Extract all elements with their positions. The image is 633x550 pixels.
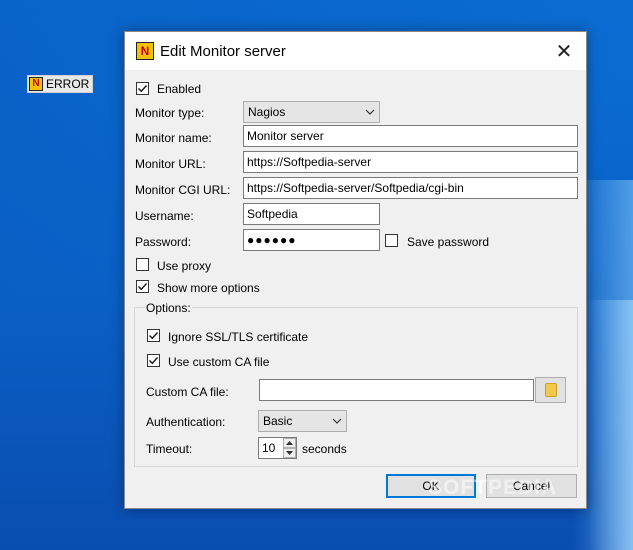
username-label: Username: bbox=[135, 209, 194, 223]
monitor-name-label: Monitor name: bbox=[135, 131, 212, 145]
timeout-label: Timeout: bbox=[146, 442, 193, 456]
monitor-type-select[interactable]: Nagios bbox=[243, 101, 380, 123]
nagstamon-app-icon: N bbox=[29, 77, 43, 91]
checkmark-icon bbox=[148, 331, 159, 340]
use-custom-ca-checkbox[interactable] bbox=[147, 354, 160, 367]
save-password-checkbox[interactable] bbox=[385, 234, 398, 247]
triangle-up-icon bbox=[286, 441, 293, 445]
chevron-down-icon bbox=[365, 109, 375, 115]
monitor-cgi-url-label: Monitor CGI URL: bbox=[135, 183, 231, 197]
use-custom-ca-label: Use custom CA file bbox=[168, 355, 270, 369]
ignore-ssl-checkbox[interactable] bbox=[147, 329, 160, 342]
monitor-name-input[interactable]: Monitor server bbox=[243, 125, 578, 147]
enabled-checkbox[interactable] bbox=[136, 82, 149, 95]
password-label: Password: bbox=[135, 235, 192, 249]
monitor-type-label: Monitor type: bbox=[135, 106, 205, 120]
custom-ca-file-label: Custom CA file: bbox=[146, 385, 229, 399]
checkmark-icon bbox=[148, 356, 159, 365]
close-button[interactable]: ✕ bbox=[542, 32, 586, 70]
custom-ca-file-input[interactable] bbox=[259, 379, 534, 401]
authentication-label: Authentication: bbox=[146, 415, 226, 429]
authentication-select[interactable]: Basic bbox=[258, 410, 347, 432]
enabled-label: Enabled bbox=[157, 82, 202, 96]
monitor-url-label: Monitor URL: bbox=[135, 157, 206, 171]
timeout-spinbox[interactable]: 10 bbox=[258, 437, 297, 459]
error-status-label: ERROR bbox=[46, 77, 90, 91]
save-password-label: Save password bbox=[407, 235, 490, 249]
triangle-down-icon bbox=[286, 451, 293, 455]
ignore-ssl-label: Ignore SSL/TLS certificate bbox=[168, 330, 309, 344]
monitor-url-input[interactable]: https://Softpedia-server bbox=[243, 151, 578, 173]
chevron-down-icon bbox=[332, 418, 342, 424]
username-input[interactable]: Softpedia bbox=[243, 203, 380, 225]
desktop-light-beam-lower bbox=[588, 300, 633, 550]
dialog-titlebar: N Edit Monitor server ✕ bbox=[125, 32, 586, 70]
timeout-decrement-button[interactable] bbox=[283, 448, 296, 458]
use-proxy-label: Use proxy bbox=[157, 259, 212, 273]
cancel-button[interactable]: Cancel bbox=[486, 474, 577, 498]
browse-ca-file-button[interactable] bbox=[535, 377, 566, 403]
folder-icon bbox=[544, 383, 557, 397]
options-group-label: Options: bbox=[145, 301, 192, 315]
checkmark-icon bbox=[137, 84, 148, 93]
authentication-value: Basic bbox=[263, 414, 293, 428]
timeout-unit-label: seconds bbox=[302, 442, 347, 456]
monitor-type-value: Nagios bbox=[248, 105, 286, 119]
checkmark-icon bbox=[137, 282, 148, 291]
use-proxy-checkbox[interactable] bbox=[136, 258, 149, 271]
dialog-app-icon: N bbox=[136, 42, 154, 60]
password-input[interactable]: ●●●●●● bbox=[243, 229, 380, 251]
show-more-options-checkbox[interactable] bbox=[136, 280, 149, 293]
monitor-cgi-url-input[interactable]: https://Softpedia-server/Softpedia/cgi-b… bbox=[243, 177, 578, 199]
dialog-title: Edit Monitor server bbox=[160, 43, 286, 60]
ok-button[interactable]: OK bbox=[386, 474, 476, 498]
error-status-item[interactable]: N ERROR bbox=[27, 75, 94, 93]
timeout-increment-button[interactable] bbox=[283, 438, 296, 448]
show-more-options-label: Show more options bbox=[157, 281, 260, 295]
